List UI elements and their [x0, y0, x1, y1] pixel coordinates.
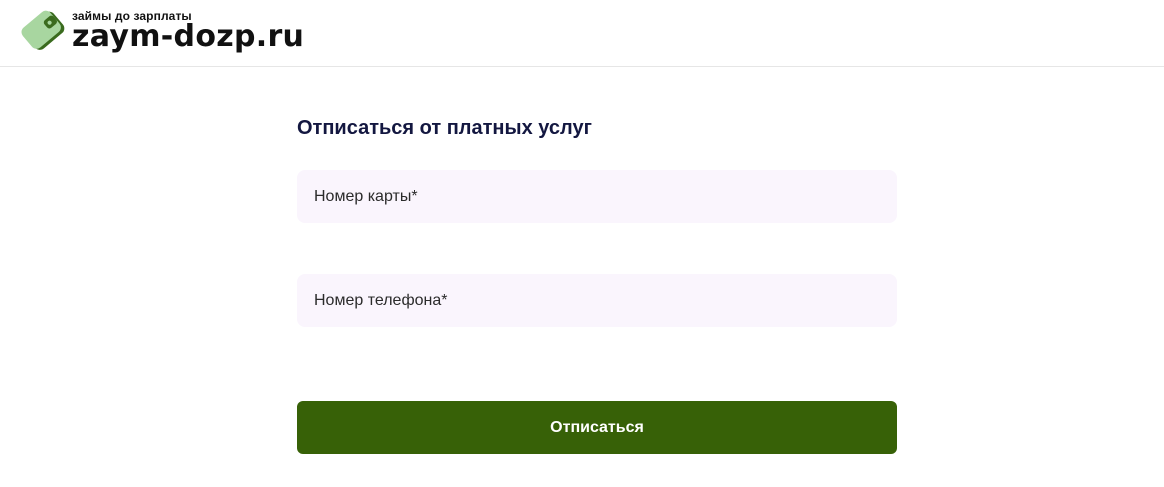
- logo-name: zaym-dozp.ru: [72, 19, 305, 54]
- unsubscribe-button[interactable]: Отписаться: [297, 401, 897, 454]
- form-title: Отписаться от платных услуг: [297, 117, 592, 139]
- site-logo-link[interactable]: займы до зарплаты zaym-dozp.ru: [20, 6, 304, 54]
- phone-number-input[interactable]: [297, 274, 897, 327]
- site-header: займы до зарплаты zaym-dozp.ru: [0, 0, 1164, 67]
- card-number-input[interactable]: [297, 170, 897, 223]
- logo-text: займы до зарплаты zaym-dozp.ru: [72, 8, 304, 52]
- wallet-icon: [21, 10, 65, 50]
- unsubscribe-form: Отписаться от платных услуг Отписаться: [297, 113, 897, 454]
